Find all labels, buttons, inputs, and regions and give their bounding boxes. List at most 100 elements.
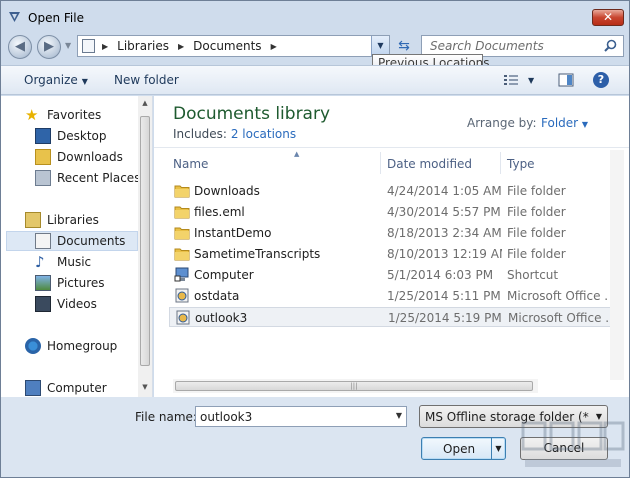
computer-icon: [25, 380, 41, 396]
file-row[interactable]: SametimeTranscripts 8/10/2013 12:19 AM Fil…: [169, 244, 614, 264]
nav-videos[interactable]: Videos: [35, 294, 97, 314]
forward-button[interactable]: ▶: [37, 35, 61, 59]
file-name: files.eml: [194, 205, 245, 219]
chevron-down-icon: ▼: [595, 412, 602, 421]
file-list-vertical-scrollbar[interactable]: [610, 150, 624, 380]
file-name-value: outlook3: [200, 410, 253, 424]
open-button[interactable]: Open ▼: [421, 437, 506, 460]
nav-scrollbar[interactable]: ▲ ▼: [138, 96, 152, 397]
nav-music-label: Music: [57, 255, 92, 269]
file-name-input[interactable]: outlook3 ▼: [195, 406, 407, 427]
file-date-modified: 5/1/2014 6:03 PM: [387, 268, 494, 282]
close-button[interactable]: ✕: [592, 9, 624, 26]
file-type: Microsoft Office ...: [507, 289, 607, 303]
column-divider[interactable]: [500, 152, 501, 174]
file-type: File folder: [507, 184, 566, 198]
breadcrumb-documents[interactable]: Documents: [193, 39, 261, 53]
nav-desktop[interactable]: Desktop: [35, 126, 107, 146]
arrange-by-dropdown[interactable]: Folder ▼: [541, 116, 588, 130]
star-icon: ★: [25, 106, 39, 124]
file-row[interactable]: ostdata 1/25/2014 5:11 PM Microsoft Office…: [169, 286, 614, 306]
file-date-modified: 1/25/2014 5:19 PM: [388, 311, 502, 325]
nav-favorites[interactable]: ★ Favorites: [25, 105, 101, 125]
back-button[interactable]: ◀: [8, 35, 32, 59]
file-name: Downloads: [194, 184, 260, 198]
column-date-modified[interactable]: Date modified: [387, 157, 472, 171]
documents-icon: [35, 233, 51, 249]
ost-file-icon: [174, 288, 190, 303]
file-date-modified: 4/24/2014 1:05 AM: [387, 184, 502, 198]
file-date-modified: 8/18/2013 2:34 AM: [387, 226, 502, 240]
recent-places-icon: [35, 170, 51, 186]
file-name-label: File name:: [135, 410, 197, 424]
organize-menu[interactable]: Organize ▼: [24, 73, 88, 87]
nav-recent-places[interactable]: Recent Places: [35, 168, 140, 188]
open-label: Open: [443, 442, 476, 456]
new-folder-button[interactable]: New folder: [114, 73, 179, 87]
breadcrumb-separator-icon[interactable]: ▶: [102, 42, 108, 51]
nav-libraries[interactable]: Libraries: [25, 210, 99, 230]
file-type: File folder: [507, 247, 566, 261]
column-type[interactable]: Type: [507, 157, 535, 171]
nav-favorites-label: Favorites: [47, 108, 102, 122]
file-row[interactable]: Computer 5/1/2014 6:03 PM Shortcut: [169, 265, 614, 285]
previous-locations-button[interactable]: ▼: [371, 36, 389, 56]
site-watermark-logo: [521, 421, 625, 467]
includes-locations-link[interactable]: 2 locations: [231, 127, 296, 141]
chevron-down-icon: ▼: [581, 120, 589, 129]
nav-pictures[interactable]: Pictures: [35, 273, 105, 293]
nav-desktop-label: Desktop: [57, 129, 107, 143]
file-row[interactable]: Downloads 4/24/2014 1:05 AM File folder: [169, 181, 614, 201]
nav-recent-label: Recent Places: [57, 171, 141, 185]
scroll-up-icon[interactable]: ▲: [138, 99, 152, 107]
nav-videos-label: Videos: [57, 297, 97, 311]
folder-icon: [174, 225, 190, 240]
nav-computer[interactable]: Computer: [25, 378, 107, 397]
file-name: Computer: [194, 268, 254, 282]
library-includes: Includes: 2 locations: [173, 127, 296, 141]
file-row[interactable]: InstantDemo 8/18/2013 2:34 AM File folder: [169, 223, 614, 243]
file-date-modified: 1/25/2014 5:11 PM: [387, 289, 501, 303]
file-name: SametimeTranscripts: [194, 247, 321, 261]
file-type: Shortcut: [507, 268, 559, 282]
nav-documents-label: Documents: [57, 234, 126, 248]
view-dropdown-icon[interactable]: ▼: [528, 76, 534, 85]
refresh-icon[interactable]: ⇆: [394, 36, 414, 56]
file-name: InstantDemo: [194, 226, 272, 240]
column-name[interactable]: Name: [173, 157, 208, 171]
column-divider[interactable]: [380, 152, 381, 174]
nav-documents[interactable]: Documents: [6, 231, 138, 251]
file-name-history-icon[interactable]: ▼: [396, 411, 402, 420]
library-location-icon: [82, 39, 95, 53]
help-icon[interactable]: ?: [593, 72, 609, 88]
address-bar[interactable]: ▶ Libraries ▶ Documents ▶ ▼: [77, 35, 390, 57]
nav-homegroup[interactable]: Homegroup: [25, 336, 117, 356]
arrange-by-label: Arrange by:: [467, 116, 537, 130]
file-name: outlook3: [195, 311, 248, 325]
recent-pages-chevron-icon[interactable]: ▼: [65, 41, 71, 50]
file-row[interactable]: files.eml 4/30/2014 5:57 PM File folder: [169, 202, 614, 222]
scroll-down-icon[interactable]: ▼: [138, 383, 152, 391]
horizontal-scroll-thumb[interactable]: |||: [175, 381, 533, 391]
nav-scroll-thumb[interactable]: [140, 116, 150, 366]
desktop-icon: [35, 128, 51, 144]
nav-downloads[interactable]: Downloads: [35, 147, 123, 167]
open-options-icon[interactable]: ▼: [491, 438, 505, 459]
breadcrumb-separator-icon[interactable]: ▶: [178, 42, 184, 51]
file-list-horizontal-scrollbar[interactable]: ◀ |||: [173, 379, 538, 393]
breadcrumb-separator-icon[interactable]: ▶: [271, 42, 277, 51]
arrange-by-value: Folder: [541, 116, 579, 130]
forward-arrow-icon: ▶: [44, 39, 54, 54]
nav-downloads-label: Downloads: [57, 150, 123, 164]
search-icon[interactable]: [604, 39, 617, 52]
breadcrumb-libraries[interactable]: Libraries: [117, 39, 169, 53]
preview-pane-icon[interactable]: [558, 72, 574, 88]
file-row[interactable]: outlook3 1/25/2014 5:19 PM Microsoft Offic…: [169, 307, 614, 327]
organize-label: Organize: [24, 73, 78, 87]
view-options-icon[interactable]: [503, 72, 519, 88]
search-placeholder: Search Documents: [430, 39, 544, 53]
nav-music[interactable]: ♪ Music: [35, 252, 91, 272]
homegroup-icon: [25, 338, 41, 354]
library-title: Documents library: [173, 104, 331, 124]
app-icon: [9, 12, 20, 22]
